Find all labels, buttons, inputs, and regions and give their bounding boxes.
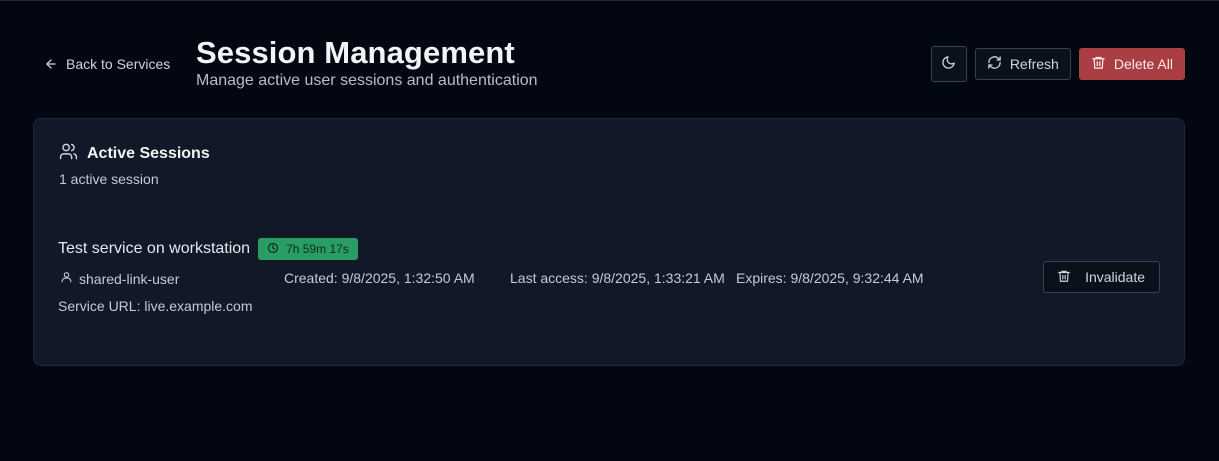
session-management-page: Back to Services Session Management Mana… (0, 0, 1219, 461)
trash-icon (1057, 269, 1071, 286)
session-user-label: shared-link-user (79, 270, 180, 287)
moon-icon (941, 55, 956, 73)
back-link-label: Back to Services (66, 56, 171, 72)
invalidate-label: Invalidate (1085, 269, 1145, 285)
session-service-url: Service URL: live.example.com (58, 298, 253, 314)
page-subtitle: Manage active user sessions and authenti… (196, 72, 538, 89)
active-sessions-card: Active Sessions 1 active session Test se… (33, 118, 1185, 366)
session-last-access: Last access: 9/8/2025, 1:33:21 AM (510, 270, 725, 286)
arrow-left-icon (44, 57, 58, 71)
session-user: shared-link-user (60, 270, 179, 287)
session-name-row: Test service on workstation 7h 59m 17s (58, 237, 1160, 261)
card-title: Active Sessions (87, 145, 210, 162)
delete-all-label: Delete All (1113, 56, 1173, 72)
theme-toggle-button[interactable] (930, 46, 967, 82)
back-to-services-link[interactable]: Back to Services (44, 53, 170, 75)
session-expires: Expires: 9/8/2025, 9:32:44 AM (736, 270, 924, 286)
invalidate-session-button[interactable]: Invalidate (1043, 261, 1160, 293)
user-icon (60, 270, 73, 287)
refresh-label: Refresh (1009, 56, 1059, 72)
card-header: Active Sessions 1 active session (59, 143, 210, 187)
active-session-count: 1 active session (59, 171, 159, 187)
session-created: Created: 9/8/2025, 1:32:50 AM (284, 270, 475, 286)
users-icon (59, 142, 78, 166)
header-actions: Refresh Delete All (930, 46, 1185, 82)
card-title-row: Active Sessions (59, 143, 210, 165)
session-meta-row: shared-link-user Created: 9/8/2025, 1:32… (58, 270, 958, 290)
refresh-button[interactable]: Refresh (974, 48, 1071, 80)
session-name: Test service on workstation (58, 240, 251, 257)
delete-all-button[interactable]: Delete All (1078, 48, 1185, 80)
session-item: Test service on workstation 7h 59m 17s s… (58, 237, 1160, 317)
trash-icon (1091, 55, 1106, 73)
title-block: Session Management Manage active user se… (196, 35, 538, 91)
clock-icon (267, 242, 279, 257)
ttl-text: 7h 59m 17s (286, 242, 349, 256)
ttl-badge: 7h 59m 17s (258, 238, 358, 260)
page-title: Session Management (196, 35, 515, 70)
refresh-icon (987, 55, 1002, 73)
